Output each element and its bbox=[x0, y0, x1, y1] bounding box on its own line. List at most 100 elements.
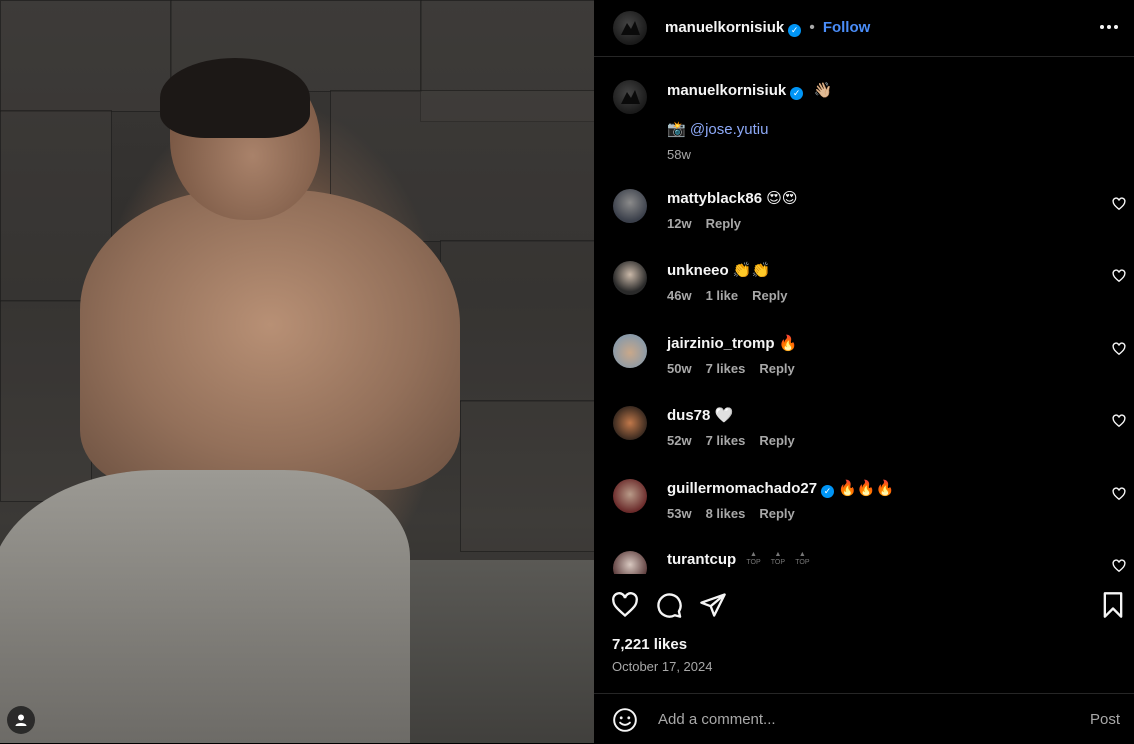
top-badge-label: TOP bbox=[795, 559, 810, 566]
post-header: manuelkornisiuk ✓ • Follow bbox=[594, 0, 1134, 57]
caption-time: 58w bbox=[667, 147, 691, 162]
reply-button[interactable]: Reply bbox=[752, 288, 787, 303]
caption-username[interactable]: manuelkornisiuk bbox=[667, 82, 786, 99]
more-icon bbox=[1100, 25, 1104, 29]
comment-body: 🔥🔥🔥 bbox=[838, 479, 895, 497]
comment-meta: 46w 1 like Reply bbox=[667, 288, 802, 303]
verified-icon: ✓ bbox=[790, 87, 804, 100]
author-username[interactable]: manuelkornisiuk bbox=[665, 19, 784, 36]
commenter-avatar[interactable] bbox=[613, 551, 647, 574]
commenter-username[interactable]: guillermomachado27 bbox=[667, 480, 817, 497]
like-comment-heart-icon[interactable] bbox=[1112, 559, 1126, 573]
more-icon-dot bbox=[1107, 25, 1111, 29]
comment-meta: 12w Reply bbox=[667, 216, 755, 231]
commenter-username[interactable]: mattyblack86 bbox=[667, 190, 762, 207]
share-icon[interactable] bbox=[699, 591, 727, 619]
comment-text-line: dus78 🤍 bbox=[667, 406, 733, 424]
reply-button[interactable]: Reply bbox=[759, 361, 794, 376]
stone-block bbox=[0, 300, 92, 502]
like-comment-heart-icon[interactable] bbox=[1112, 414, 1126, 428]
post-comment-button[interactable]: Post bbox=[1090, 711, 1120, 728]
avatar-logo-icon bbox=[621, 21, 640, 35]
like-comment-heart-icon[interactable] bbox=[1112, 342, 1126, 356]
post-date: October 17, 2024 bbox=[612, 659, 713, 674]
user-tag-button[interactable] bbox=[7, 706, 35, 734]
reply-button[interactable]: Reply bbox=[759, 433, 794, 448]
comment-likes[interactable]: 7 likes bbox=[706, 361, 746, 376]
comment-item: turantcup ▲ TOP ▲ TOP ▲ TOP bbox=[594, 551, 1134, 574]
like-comment-heart-icon[interactable] bbox=[1112, 197, 1126, 211]
commenter-avatar[interactable] bbox=[613, 261, 647, 295]
avatar-logo-icon bbox=[621, 90, 640, 104]
stone-block bbox=[0, 0, 172, 112]
bookmark-icon[interactable] bbox=[1099, 591, 1127, 619]
user-tag-icon bbox=[15, 714, 27, 726]
comments-list[interactable]: mattyblack86 😍😍 12w Reply unkneeo 👏👏 46w 1… bbox=[594, 184, 1134, 574]
top-badge: ▲ TOP bbox=[746, 551, 761, 566]
more-options-button[interactable] bbox=[1100, 18, 1118, 36]
commenter-username[interactable]: unkneeo bbox=[667, 262, 729, 279]
comment-item: unkneeo 👏👏 46w 1 like Reply bbox=[594, 261, 1134, 321]
commenter-avatar[interactable] bbox=[613, 406, 647, 440]
post-photo[interactable] bbox=[0, 0, 594, 743]
person-hair bbox=[160, 58, 310, 138]
commenter-username[interactable]: dus78 bbox=[667, 407, 710, 424]
caption-mention-link[interactable]: @jose.yutiu bbox=[690, 121, 769, 138]
comment-likes[interactable]: 7 likes bbox=[706, 433, 746, 448]
comment-body: 👏👏 bbox=[732, 261, 771, 279]
comment-item: jairzinio_tromp 🔥 50w 7 likes Reply bbox=[594, 334, 1134, 394]
comment-text-line: mattyblack86 😍😍 bbox=[667, 189, 798, 207]
caption-user-line: manuelkornisiuk ✓ 👋🏼 bbox=[667, 81, 832, 100]
top-badge: ▲ TOP bbox=[770, 551, 786, 566]
like-comment-heart-icon[interactable] bbox=[1112, 487, 1126, 501]
reply-button[interactable]: Reply bbox=[759, 506, 794, 521]
comment-likes[interactable]: 8 likes bbox=[706, 506, 746, 521]
top-badge: ▲ TOP bbox=[795, 551, 810, 566]
heart-icon[interactable] bbox=[611, 591, 639, 619]
separator-dot: • bbox=[809, 19, 815, 36]
comment-likes[interactable]: 1 like bbox=[706, 288, 739, 303]
add-comment-bar: Post bbox=[594, 693, 1134, 744]
caption-avatar[interactable] bbox=[613, 80, 647, 114]
comment-meta: 50w 7 likes Reply bbox=[667, 361, 809, 376]
emoji-icon[interactable] bbox=[612, 707, 638, 733]
caption-text: 📸 @jose.yutiu bbox=[667, 120, 768, 138]
post-detail-panel: manuelkornisiuk ✓ • Follow manuelkornisiuk ✓… bbox=[594, 0, 1134, 743]
top-badge-label: TOP bbox=[746, 559, 761, 566]
comment-text-line: turantcup ▲ TOP ▲ TOP ▲ TOP bbox=[667, 551, 809, 568]
like-comment-heart-icon[interactable] bbox=[1112, 269, 1126, 283]
more-icon-dot bbox=[1114, 25, 1118, 29]
stone-block bbox=[440, 240, 594, 402]
comment-input[interactable] bbox=[656, 710, 1040, 729]
comment-item: mattyblack86 😍😍 12w Reply bbox=[594, 189, 1134, 249]
commenter-avatar[interactable] bbox=[613, 334, 647, 368]
author-avatar[interactable] bbox=[613, 11, 647, 45]
comment-body: 😍😍 bbox=[766, 189, 798, 207]
comment-meta: 52w 7 likes Reply bbox=[667, 433, 809, 448]
comment-time: 50w bbox=[667, 361, 692, 376]
comment-meta: 53w 8 likes Reply bbox=[667, 506, 809, 521]
comment-time: 52w bbox=[667, 433, 692, 448]
comment-time: 46w bbox=[667, 288, 692, 303]
camera-emoji: 📸 bbox=[667, 120, 686, 138]
comment-body: 🤍 bbox=[714, 406, 734, 424]
top-badge-label: TOP bbox=[770, 559, 786, 566]
commenter-username[interactable]: turantcup bbox=[667, 551, 736, 568]
post-actions bbox=[594, 586, 1134, 626]
comment-text-line: jairzinio_tromp 🔥 bbox=[667, 334, 797, 352]
reply-button[interactable]: Reply bbox=[706, 216, 741, 231]
comment-time: 12w bbox=[667, 216, 692, 231]
commenter-avatar[interactable] bbox=[613, 189, 647, 223]
comment-item: guillermomachado27 ✓ 🔥🔥🔥 53w 8 likes Reply bbox=[594, 479, 1134, 539]
verified-icon: ✓ bbox=[788, 24, 802, 37]
commenter-avatar[interactable] bbox=[613, 479, 647, 513]
stone-block bbox=[460, 400, 594, 552]
comment-icon[interactable] bbox=[655, 591, 683, 619]
comment-time: 53w bbox=[667, 506, 692, 521]
follow-button[interactable]: Follow bbox=[823, 19, 871, 36]
caption-wave-emoji: 👋🏼 bbox=[813, 81, 833, 99]
person-torso bbox=[80, 190, 460, 490]
likes-count[interactable]: 7,221 likes bbox=[612, 636, 687, 653]
commenter-username[interactable]: jairzinio_tromp bbox=[667, 335, 775, 352]
comment-item: dus78 🤍 52w 7 likes Reply bbox=[594, 406, 1134, 466]
